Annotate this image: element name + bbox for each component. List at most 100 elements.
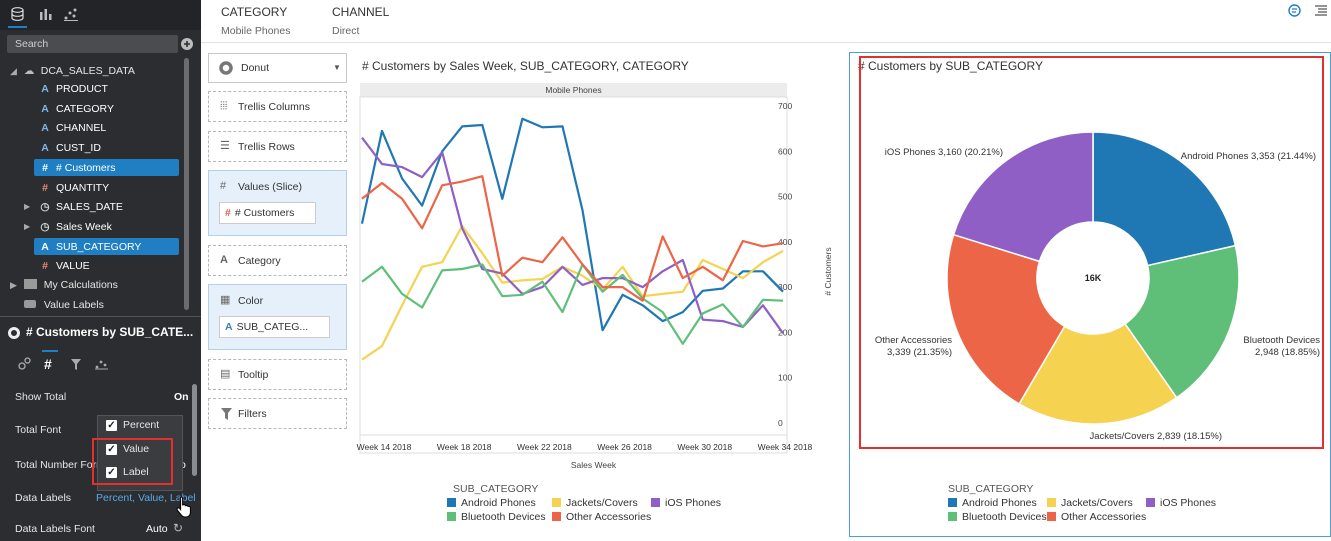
expand-caret-icon: ▶ [24,202,31,212]
palette-icon: ▦ [220,294,231,306]
legend-label[interactable]: Jackets/Covers [1061,497,1133,509]
column-label: SUB_CATEGORY [56,240,142,253]
properties-title: # Customers by SUB_CATE... [26,325,194,339]
legend-label[interactable]: Bluetooth Devices [962,511,1047,523]
y-tick-label: 400 [778,237,792,247]
filters-zone[interactable]: Filters [208,398,347,429]
search-input[interactable]: Search [7,35,178,53]
chart-type-label: Donut [241,62,270,74]
legend-label[interactable]: Other Accessories [566,511,651,523]
donut-highlight-box [859,56,1324,449]
trellis-columns-label: Trellis Columns [238,101,310,113]
analytics-prop-tab-icon[interactable] [95,357,108,370]
x-tick-label: Week 22 2018 [517,442,572,452]
property-label: Show Total [15,391,67,403]
dataset-node[interactable]: ◢ ☁ DCA_SALES_DATA [10,62,135,80]
color-zone[interactable]: ▦ Color A SUB_CATEG... [208,284,347,350]
chart-type-select[interactable]: Donut ▼ [208,53,347,83]
legend-swatch [948,512,957,521]
column-label: SALES_DATE [56,201,123,214]
popup-option-label: Percent [123,419,160,431]
dataset-label: DCA_SALES_DATA [40,65,135,77]
data-labels-font-value[interactable]: Auto [146,523,168,535]
measure-icon: # [42,161,48,174]
values-item-pill[interactable]: # # Customers [219,202,316,224]
legend-label[interactable]: iOS Phones [665,497,721,509]
column-item-body: A CUST_ID [34,139,174,156]
donut-type-icon [219,61,233,75]
x-tick-label: Week 34 2018 [758,442,813,452]
column-label: CATEGORY [56,102,114,115]
values-slice-zone[interactable]: # Values (Slice) # # Customers [208,170,347,236]
visualizations-tab-icon[interactable] [40,9,52,20]
general-settings-icon[interactable] [18,357,31,370]
legend-label[interactable]: Jackets/Covers [566,497,638,509]
data-tab-icon[interactable] [11,7,24,21]
trellis-rows-zone[interactable]: ☰ Trellis Rows [208,131,347,162]
analytics-tab-icon[interactable] [64,8,78,21]
property-label: Data Labels Font [15,523,95,535]
column-item-selected: A SUB_CATEGORY [34,237,179,255]
line-chart[interactable]: # Customers by Sales Week, SUB_CATEGORY,… [355,50,845,541]
time-icon: ◷ [40,201,50,214]
x-tick-label: Week 18 2018 [437,442,492,452]
column-item-selected: # # Customers [34,158,179,176]
filter-name: CATEGORY [221,5,288,19]
attribute-icon: A [41,240,49,253]
y-axis-label: # Customers [823,247,833,295]
legend-label[interactable]: Bluetooth Devices [461,511,546,523]
donut-chart-icon [8,327,20,339]
values-hash-tab-icon[interactable]: # [44,356,52,372]
property-label: Data Labels [15,492,72,504]
column-label: CHANNEL [56,122,107,135]
properties-scrollbar[interactable] [192,384,197,476]
checkbox-percent[interactable]: ✓ [106,420,117,431]
left-pane: Search ◢ ☁ DCA_SALES_DATA A PRODUCT A CATEG… [0,0,201,541]
column-label: QUANTITY [56,181,110,194]
y-tick-label: 300 [778,282,792,292]
trellis-columns-zone[interactable]: ⦙⦙⦙ Trellis Columns [208,91,347,122]
panel-divider [0,316,201,317]
column-item-body: A CATEGORY [34,100,174,117]
reset-icon[interactable]: ↻ [173,521,183,535]
expand-caret-icon: ▶ [24,221,31,231]
legend-label[interactable]: Android Phones [962,497,1037,509]
attribute-icon: A [41,83,49,95]
filter-tab-icon[interactable] [71,359,81,370]
my-calculations-node[interactable]: ▶ My Calculations [10,276,118,294]
color-item-label: SUB_CATEG... [236,321,309,333]
assistant-icon[interactable] [1288,4,1301,18]
column-label: Sales Week [56,220,112,233]
legend-label[interactable]: iOS Phones [1160,497,1216,509]
tooltip-zone[interactable]: ▤ Tooltip [208,359,347,390]
attribute-icon: A [41,122,49,135]
legend-swatch [1047,512,1056,521]
value-labels-node[interactable]: Value Labels [24,296,104,314]
category-zone[interactable]: A Category [208,245,347,276]
attribute-icon: A [225,321,233,333]
measure-icon: # [225,207,231,219]
pane-tabs [0,0,201,30]
legend-title: SUB_CATEGORY [453,483,538,495]
column-item-body: ◷ SALES_DATE [34,198,174,215]
trellis-rows-label: Trellis Rows [238,141,295,153]
legend-label[interactable]: Android Phones [461,497,536,509]
column-label: CUST_ID [56,142,101,155]
tooltip-icon: ▤ [220,368,231,380]
filter-value: Mobile Phones [221,25,291,37]
column-item-body: A PRODUCT [34,80,174,97]
filter-value: Direct [332,25,360,37]
add-dataset-icon[interactable] [181,38,193,50]
property-value[interactable]: On [174,391,189,403]
data-panel-scrollbar[interactable] [184,58,189,310]
legend-title: SUB_CATEGORY [948,483,1033,495]
legend-label[interactable]: Other Accessories [1061,511,1146,523]
filter-name: CHANNEL [332,5,390,19]
filter-funnel-icon [221,408,232,420]
color-item-pill[interactable]: A SUB_CATEG... [219,316,330,338]
y-tick-label: 0 [778,418,783,428]
search-placeholder: Search [15,38,49,50]
attribute-icon: A [41,102,49,115]
menu-icon[interactable] [1315,5,1327,16]
legend-swatch [1146,498,1155,507]
